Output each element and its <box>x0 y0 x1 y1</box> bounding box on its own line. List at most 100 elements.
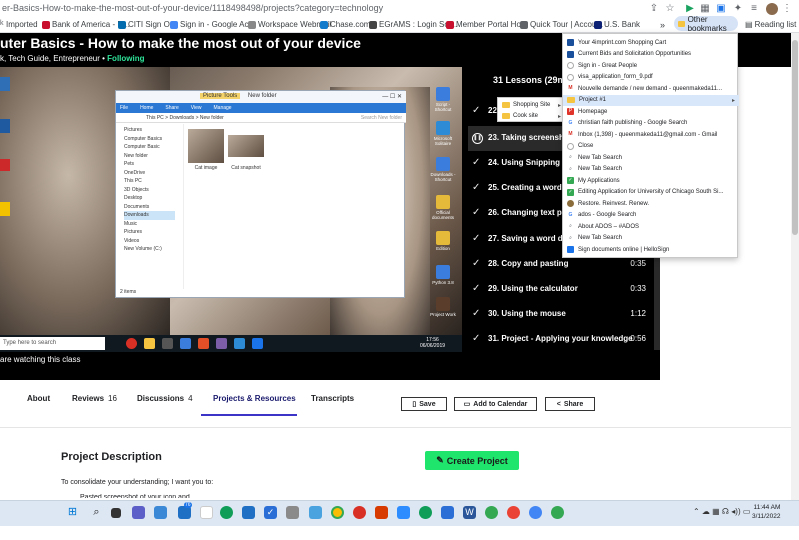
app-icon[interactable] <box>216 338 227 349</box>
desktop-icon[interactable]: Official documents <box>430 195 456 220</box>
submenu-cook-site[interactable]: Cook site ▸ <box>498 110 564 122</box>
chrome-profile-icon[interactable] <box>485 506 498 519</box>
teams-icon[interactable] <box>132 506 145 519</box>
file-thumbnail[interactable] <box>228 135 264 157</box>
tab-about[interactable]: About <box>27 394 50 403</box>
desktop-icon[interactable]: Downloads - Shortcut <box>430 157 456 182</box>
outlook-icon[interactable] <box>441 506 454 519</box>
menu-item[interactable]: M Inbox (1,398) - queenmakeda11@gmail.com… <box>563 129 739 141</box>
nav-item[interactable]: Pictures <box>124 126 175 135</box>
app-icon[interactable] <box>309 506 322 519</box>
avatar[interactable] <box>766 3 778 15</box>
chrome-profile-icon[interactable] <box>529 506 542 519</box>
url-text[interactable]: er-Basics-How-to-make-the-most-out-of-yo… <box>2 3 383 13</box>
menu-item-project-folder[interactable]: Project #1 ▸ <box>563 94 739 106</box>
menu-item[interactable]: ⌕ New Tab Search <box>563 164 739 176</box>
bookmark-bank-of-america[interactable]: Bank of America - B... <box>42 20 129 29</box>
page-scrollbar-thumb[interactable] <box>792 40 798 235</box>
zoom-icon[interactable] <box>397 506 410 519</box>
bookmark-citi[interactable]: CITI Sign On <box>118 20 174 29</box>
clock-icon[interactable] <box>162 338 173 349</box>
desktop-icon[interactable]: Python 3.8 <box>430 265 456 285</box>
windows-start-icon[interactable]: ⊞ <box>66 506 79 519</box>
bookmark-workspace-webmail[interactable]: Workspace Webmail <box>248 20 331 29</box>
tab-transcripts[interactable]: Transcripts <box>311 394 354 403</box>
bookmark-quick-tour[interactable]: Quick Tour | Accou... <box>520 20 603 29</box>
search-icon[interactable]: ⌕ <box>90 506 103 519</box>
file-explorer-window[interactable]: Picture Tools New folder — ☐ ✕ File Home… <box>115 90 406 298</box>
nav-item[interactable]: Computer Basic <box>124 143 175 152</box>
app-icon[interactable] <box>234 338 245 349</box>
widgets-icon[interactable] <box>154 506 167 519</box>
bookmark-google-signin[interactable]: Sign in - Google Ac... <box>170 20 255 29</box>
nav-item[interactable]: Documents <box>124 203 175 212</box>
edge-icon[interactable] <box>220 506 233 519</box>
menu-item[interactable]: ✓ Editing Application for University of C… <box>563 187 739 199</box>
nav-item[interactable]: Computer Basics <box>124 135 175 144</box>
bookmark-member-portal[interactable]: Member Portal Ho... <box>446 20 528 29</box>
nav-item[interactable]: Desktop <box>124 194 175 203</box>
menu-item[interactable]: visa_application_form_9.pdf <box>563 72 739 84</box>
ribbon-tab-file[interactable]: File <box>120 105 128 111</box>
media-icon[interactable]: ≡ <box>748 3 760 15</box>
menu-item[interactable]: ⌕ About ADOS – #ADOS <box>563 221 739 233</box>
nav-item[interactable]: 3D Objects <box>124 186 175 195</box>
nav-item[interactable]: This PC <box>124 177 175 186</box>
nav-item[interactable]: New folder <box>124 152 175 161</box>
chrome-profile-icon[interactable] <box>507 506 520 519</box>
nav-item[interactable]: Music <box>124 220 175 229</box>
bookmark-egrams[interactable]: EGrAMS : Login Scr... <box>369 20 457 29</box>
menu-item[interactable]: Gchristian faith publishing - Google Sea… <box>563 118 739 130</box>
menu-icon[interactable]: ⋮ <box>781 3 793 15</box>
app-icon[interactable] <box>198 338 209 349</box>
bookmark-item[interactable]: k <box>0 20 4 27</box>
menu-item[interactable]: Sign documents online | HelloSign <box>563 244 739 256</box>
system-clock[interactable]: 11:44 AM 3/11/2022 <box>752 503 780 521</box>
desktop-icon[interactable]: Edition <box>430 231 456 251</box>
menu-item[interactable]: Your 4imprint.com Shopping Cart <box>563 37 739 49</box>
ribbon-tab-view[interactable]: View <box>191 105 202 111</box>
window-controls[interactable]: — ☐ ✕ <box>382 93 402 100</box>
nav-item[interactable]: Downloads <box>124 211 175 220</box>
nav-item[interactable]: New Volume (C:) <box>124 245 175 254</box>
nav-item[interactable]: Pets <box>124 160 175 169</box>
menu-item[interactable]: Gados - Google Search <box>563 210 739 222</box>
app-icon[interactable] <box>200 506 213 519</box>
file-thumbnail[interactable] <box>188 129 224 163</box>
recorded-search-box[interactable]: Type here to search <box>0 337 105 350</box>
save-button[interactable]: ▯ Save <box>401 397 447 411</box>
menu-item[interactable]: P Homepage <box>563 106 739 118</box>
chrome-icon[interactable] <box>331 506 344 519</box>
ribbon-tab-home[interactable]: Home <box>140 105 153 111</box>
desktop-icon[interactable]: Microsoft Solitaire <box>430 121 456 146</box>
menu-item[interactable]: ⌕ New Tab Search <box>563 233 739 245</box>
menu-item[interactable]: Close <box>563 141 739 153</box>
play-extension-icon[interactable]: ▶ <box>684 3 696 15</box>
other-bookmarks-button[interactable]: Other bookmarks <box>674 15 738 33</box>
tab-projects-resources[interactable]: Projects & Resources <box>213 394 296 403</box>
explorer-address[interactable]: This PC > Downloads > New folder Search … <box>116 113 406 123</box>
calculator-icon[interactable] <box>286 506 299 519</box>
task-view-icon[interactable] <box>111 508 121 518</box>
lesson-item[interactable]: ✓ 31. Project - Applying your knowledge … <box>468 327 654 352</box>
add-to-calendar-button[interactable]: ▭ Add to Calendar <box>454 397 537 411</box>
share-button[interactable]: < Share <box>545 397 595 411</box>
star-icon[interactable]: ☆ <box>664 3 676 15</box>
mail-icon[interactable]: 76 <box>178 502 192 519</box>
app-icon[interactable] <box>419 506 432 519</box>
menu-item[interactable]: ✓ My Applications <box>563 175 739 187</box>
following-link[interactable]: Following <box>107 54 144 63</box>
folder-icon[interactable] <box>144 338 155 349</box>
bookmark-us-bank[interactable]: U.S. Bank <box>594 20 640 29</box>
opera-icon[interactable] <box>126 338 137 349</box>
extension-icon[interactable]: ▦ <box>699 3 711 15</box>
desktop-icon[interactable]: Project Work <box>430 297 456 317</box>
video-player[interactable]: Picture Tools New folder — ☐ ✕ File Home… <box>0 67 462 352</box>
reading-list-button[interactable]: ▤ Reading list <box>745 20 796 29</box>
nav-item[interactable]: OneDrive <box>124 169 175 178</box>
nav-item[interactable]: Videos <box>124 237 175 246</box>
puzzle-icon[interactable]: ✦ <box>732 3 744 15</box>
nav-item[interactable]: Pictures <box>124 228 175 237</box>
tab-discussions[interactable]: Discussions 4 <box>137 394 193 403</box>
app-icon[interactable] <box>353 506 366 519</box>
